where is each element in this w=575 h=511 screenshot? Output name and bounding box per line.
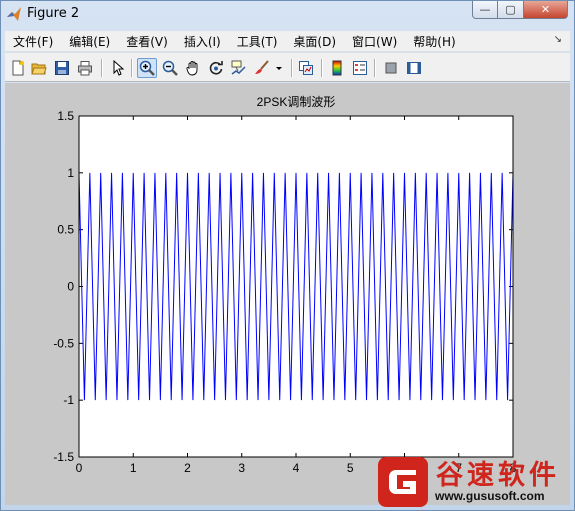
print-icon[interactable] xyxy=(75,58,95,78)
x-tick-label: 5 xyxy=(347,461,354,475)
x-tick-label: 2 xyxy=(184,461,191,475)
show-plot-tools-icon[interactable] xyxy=(404,58,424,78)
x-tick-label: 3 xyxy=(238,461,245,475)
y-tick-label: 0 xyxy=(67,280,74,294)
maximize-button[interactable]: ▢ xyxy=(498,1,524,19)
x-tick-label: 4 xyxy=(293,461,300,475)
toolbar-separator xyxy=(374,59,376,77)
menu-edit[interactable]: 编辑(E) xyxy=(61,33,118,50)
figure-canvas[interactable]: -1.5-1-0.500.511.5 012345678 2PSK调制波形 xyxy=(5,83,570,505)
menu-help[interactable]: 帮助(H) xyxy=(405,33,463,50)
menu-desktop[interactable]: 桌面(D) xyxy=(285,33,344,50)
link-plot-icon[interactable] xyxy=(296,58,316,78)
toolbar-separator xyxy=(291,59,293,77)
matlab-logo-icon xyxy=(7,7,21,21)
open-file-icon[interactable] xyxy=(29,58,49,78)
y-tick-label: 1 xyxy=(67,166,74,180)
title-bar[interactable]: Figure 2 — ▢ ✕ xyxy=(1,1,574,29)
y-tick-label: -0.5 xyxy=(53,336,74,350)
plot-svg[interactable]: -1.5-1-0.500.511.5 012345678 2PSK调制波形 xyxy=(5,83,570,505)
hide-plot-tools-icon[interactable] xyxy=(381,58,401,78)
window-title: Figure 2 xyxy=(27,6,80,21)
pan-hand-icon[interactable] xyxy=(183,58,203,78)
x-tick-label: 1 xyxy=(130,461,137,475)
watermark-logo-icon xyxy=(378,457,428,507)
toolbar-separator xyxy=(131,59,133,77)
zoom-in-icon[interactable] xyxy=(137,58,157,78)
data-cursor-icon[interactable] xyxy=(229,58,249,78)
legend-icon[interactable] xyxy=(350,58,370,78)
toolbar-separator xyxy=(321,59,323,77)
menu-bar: 文件(F) 编辑(E) 查看(V) 插入(I) 工具(T) 桌面(D) 窗口(W… xyxy=(5,31,570,51)
axes-background xyxy=(79,116,513,457)
menu-dock-arrow-icon[interactable]: ↘ xyxy=(554,34,562,45)
brush-icon[interactable] xyxy=(252,58,272,78)
save-icon[interactable] xyxy=(52,58,72,78)
edit-plot-arrow-icon[interactable] xyxy=(108,58,128,78)
watermark-name: 谷速软件 xyxy=(436,460,560,491)
toolbar-separator xyxy=(101,59,103,77)
figure-window: Figure 2 — ▢ ✕ 文件(F) 编辑(E) 查看(V) 插入(I) 工… xyxy=(0,0,575,511)
rotate-3d-icon[interactable] xyxy=(206,58,226,78)
new-figure-icon[interactable] xyxy=(8,58,28,78)
y-tick-label: -1.5 xyxy=(53,450,74,464)
watermark: 谷速软件 www.gususoft.com xyxy=(378,447,575,511)
y-tick-label: -1 xyxy=(63,393,74,407)
menu-file[interactable]: 文件(F) xyxy=(5,33,61,50)
menu-insert[interactable]: 插入(I) xyxy=(176,33,229,50)
colorbar-icon[interactable] xyxy=(327,58,347,78)
menu-view[interactable]: 查看(V) xyxy=(118,33,176,50)
minimize-button[interactable]: — xyxy=(472,1,498,19)
brush-dropdown-icon[interactable] xyxy=(273,58,285,78)
menu-window[interactable]: 窗口(W) xyxy=(344,33,405,50)
plot-title: 2PSK调制波形 xyxy=(257,95,336,109)
x-tick-label: 0 xyxy=(76,461,83,475)
figure-toolbar xyxy=(5,52,570,82)
close-button[interactable]: ✕ xyxy=(524,1,568,19)
y-tick-label: 0.5 xyxy=(57,223,74,237)
y-tick-label: 1.5 xyxy=(57,109,74,123)
menu-tools[interactable]: 工具(T) xyxy=(229,33,286,50)
watermark-url: www.gususoft.com xyxy=(435,489,545,503)
zoom-out-icon[interactable] xyxy=(160,58,180,78)
